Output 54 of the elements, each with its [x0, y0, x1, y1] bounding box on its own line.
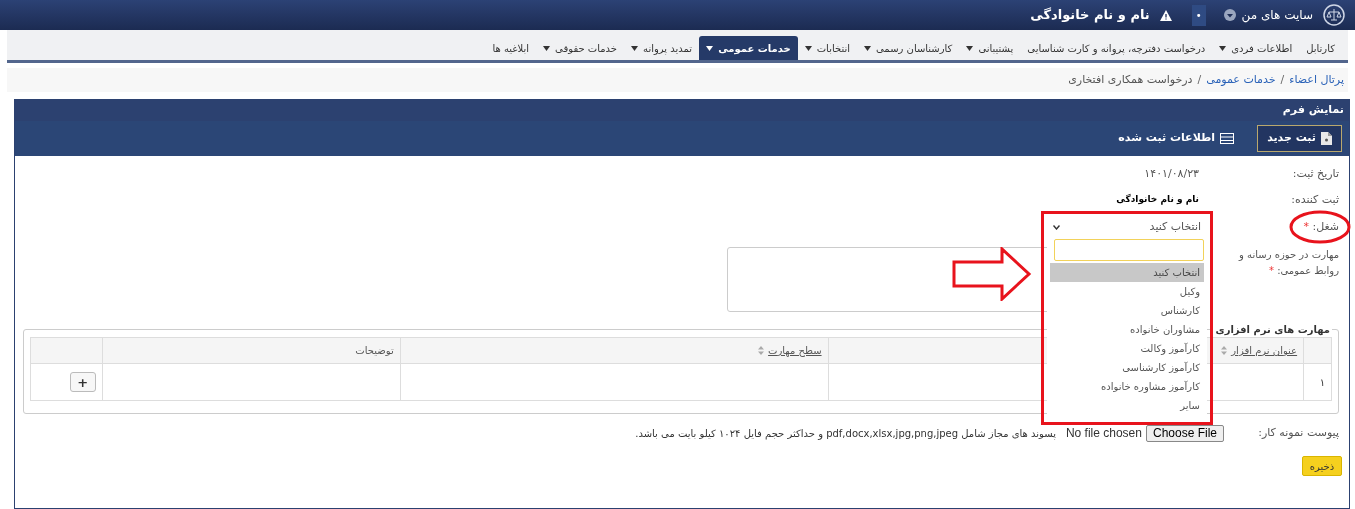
dropdown-option[interactable]: سایر — [1050, 396, 1204, 415]
nav-tab[interactable]: اطلاعات فردی — [1212, 36, 1300, 60]
list-icon — [1220, 133, 1235, 144]
counter-badge: • — [1191, 4, 1206, 26]
breadcrumb-separator: / — [1197, 71, 1202, 88]
nav-tab[interactable]: تمدید پروانه — [624, 36, 700, 60]
dropdown-option[interactable]: کارآموز مشاوره خانواده — [1050, 377, 1204, 396]
toolbar-button[interactable]: اطلاعات ثبت شده — [1109, 125, 1244, 152]
warning-icon — [1159, 9, 1172, 21]
field-label: تاریخ ثبت: — [1291, 165, 1339, 182]
panel-title: نمایش فرم — [1282, 102, 1344, 119]
column-header: توضیحات — [102, 337, 401, 364]
nav-tab[interactable]: ابلاغیه ها — [485, 36, 537, 60]
caret-circle-icon — [1223, 9, 1236, 21]
table-cell: ۱ — [1303, 363, 1332, 401]
breadcrumb-current: درخواست همکاری افتخاری — [1068, 71, 1193, 88]
fieldset-legend: مهارت های نرم افزاری — [1213, 322, 1332, 337]
nav-tab[interactable]: درخواست دفترچه، پروانه و کارت شناسایی — [1020, 36, 1213, 60]
dropdown-option[interactable]: کارآموز کارشناسی — [1050, 358, 1204, 377]
add-row-button[interactable]: + — [69, 372, 96, 392]
nav-tab[interactable]: کارتابل — [1299, 36, 1342, 60]
dropdown-option[interactable]: مشاوران خانواده — [1050, 320, 1204, 339]
field-label: پیوست نمونه کار: — [1257, 424, 1339, 441]
column-header[interactable]: عنوان نرم افزار — [1211, 337, 1304, 364]
document-icon — [1321, 132, 1332, 145]
registrant-value: نام و نام خانوادگی — [1116, 193, 1199, 207]
annotation-circle-drawing — [1289, 208, 1351, 245]
user-name: نام و نام خانوادگی — [1030, 6, 1150, 25]
dropdown-option[interactable]: کارشناس — [1050, 301, 1204, 320]
nav-tab[interactable]: انتخابات — [797, 36, 858, 60]
file-status: No file chosen — [1065, 425, 1142, 442]
field-label: ثبت کننده: — [1290, 191, 1339, 208]
nav-tab[interactable]: خدمات عمومی — [699, 36, 798, 60]
nav-tab[interactable]: پشتیبانی — [959, 36, 1021, 60]
date-value: ۱۴۰۱/۰۸/۲۳ — [1144, 165, 1199, 182]
sites-menu[interactable]: سایت های من — [1223, 6, 1313, 24]
save-button[interactable]: ذخیره — [1302, 456, 1342, 476]
nav-tab[interactable]: خدمات حقوقی — [536, 36, 625, 60]
toolbar-button[interactable]: ثبت جدید — [1257, 125, 1342, 152]
breadcrumb-separator: / — [1280, 71, 1285, 88]
column-header[interactable]: سطح مهارت — [400, 337, 829, 364]
scales-logo-icon — [1323, 4, 1345, 26]
nav-tab[interactable]: کارشناسان رسمی — [857, 36, 960, 60]
breadcrumb-link[interactable]: خدمات عمومی — [1206, 71, 1276, 89]
field-label: شغل: * — [1303, 218, 1339, 235]
field-label: مهارت در حوزه رسانه و روابط عمومی: * — [1237, 248, 1339, 279]
dropdown-option[interactable]: انتخاب کنید — [1050, 263, 1204, 282]
dropdown-option[interactable]: وکیل — [1050, 282, 1204, 301]
dropdown-option[interactable]: کارآموز وکالت — [1050, 339, 1204, 358]
file-hint: پسوند های مجاز شامل pdf,docx,xlsx,jpg,png,jpeg و حداکثر حجم فایل ۱۰۲۴ کیلو بایت می باشد. — [635, 426, 1056, 441]
breadcrumb-link[interactable]: پرتال اعضاء — [1289, 71, 1344, 89]
choose-file-button[interactable]: Choose File — [1145, 424, 1224, 442]
dropdown-search-field[interactable] — [1054, 239, 1204, 261]
chevron-down-icon — [1053, 224, 1060, 230]
